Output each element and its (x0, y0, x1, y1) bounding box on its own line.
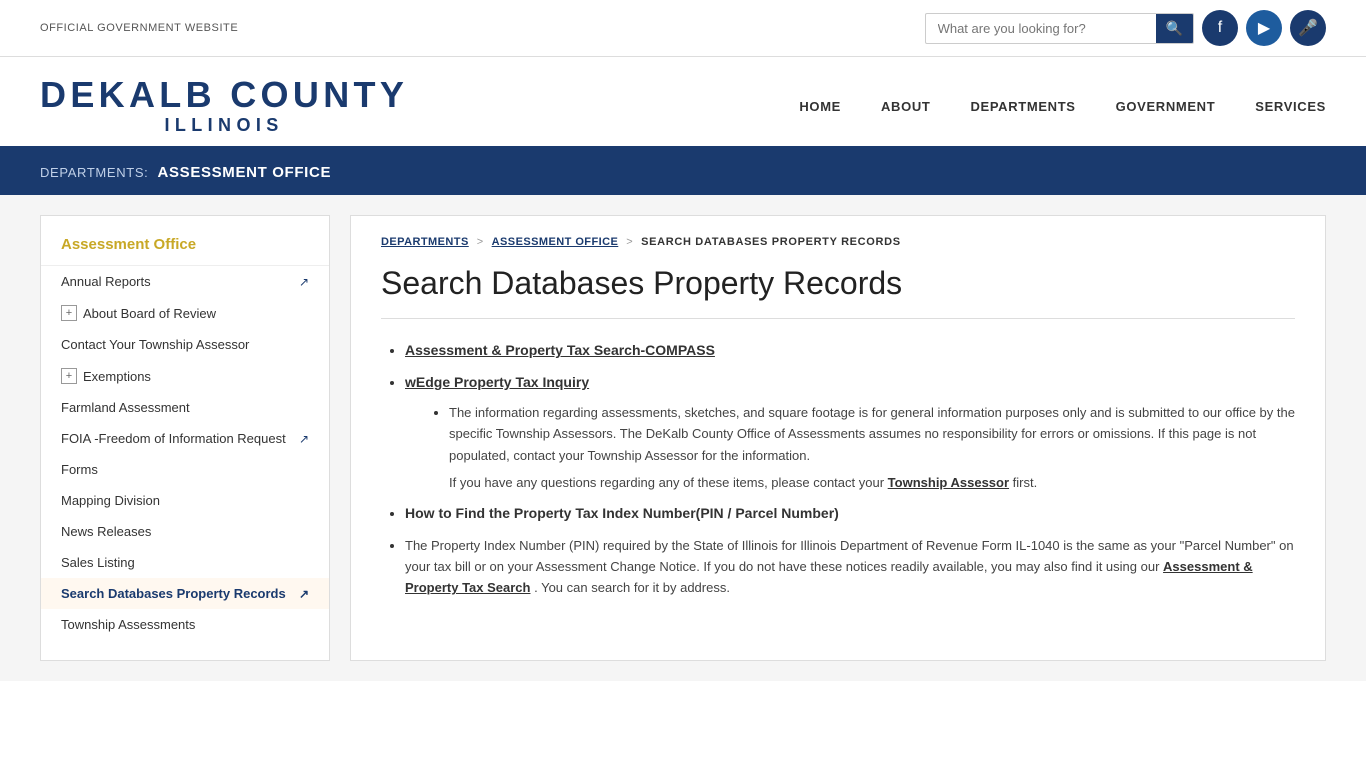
expand-icon: + (61, 368, 77, 384)
sidebar-item-label: Annual Reports (61, 274, 151, 289)
official-text: OFFICIAL GOVERNMENT WEBSITE (40, 22, 238, 34)
logo-dekalb: DEKALB COUNTY (40, 77, 408, 113)
dept-name: ASSESSMENT OFFICE (153, 164, 331, 181)
top-bar: OFFICIAL GOVERNMENT WEBSITE 🔍 f ▶ 🎤 (0, 0, 1366, 57)
sidebar-item-exemptions[interactable]: + Exemptions (41, 360, 329, 392)
sidebar-item-label: About Board of Review (83, 306, 216, 321)
external-link-icon: ↗ (299, 275, 309, 289)
search-button[interactable]: 🔍 (1156, 14, 1193, 43)
youtube-icon[interactable]: ▶ (1246, 10, 1282, 46)
external-link-icon: ↗ (299, 432, 309, 446)
search-input[interactable] (926, 15, 1156, 42)
content-area: Assessment Office Annual Reports ↗ + Abo… (0, 195, 1366, 681)
main-content: DEPARTMENTS > ASSESSMENT OFFICE > SEARCH… (350, 215, 1326, 661)
sidebar-item-label: Township Assessments (61, 617, 195, 632)
pin-heading: How to Find the Property Tax Index Numbe… (405, 505, 839, 521)
pin-para: The Property Index Number (PIN) required… (405, 535, 1295, 599)
breadcrumb-assessment-office[interactable]: ASSESSMENT OFFICE (492, 236, 619, 248)
microphone-icon[interactable]: 🎤 (1290, 10, 1326, 46)
sidebar: Assessment Office Annual Reports ↗ + Abo… (40, 215, 330, 661)
breadcrumb-sep1: > (477, 236, 484, 248)
nav-services[interactable]: SERVICES (1255, 99, 1326, 114)
logo-illinois: ILLINOIS (40, 115, 408, 136)
sidebar-item-label: Forms (61, 462, 98, 477)
wedge-link[interactable]: wEdge Property Tax Inquiry (405, 374, 589, 390)
logo[interactable]: DEKALB COUNTY ILLINOIS (40, 77, 408, 136)
sidebar-item-board-of-review[interactable]: + About Board of Review (41, 297, 329, 329)
breadcrumb-current: SEARCH DATABASES PROPERTY RECORDS (641, 236, 901, 248)
sidebar-item-label: Farmland Assessment (61, 400, 190, 415)
compass-link-text: Assessment & Property Tax Search-COMPASS (405, 342, 715, 358)
search-bar[interactable]: 🔍 (925, 13, 1194, 44)
content-body: Assessment & Property Tax Search-COMPASS… (381, 339, 1295, 598)
sidebar-item-label: Search Databases Property Records (61, 586, 286, 601)
sidebar-item-label: Exemptions (83, 369, 151, 384)
sidebar-item-forms[interactable]: Forms (41, 454, 329, 485)
sidebar-item-annual-reports[interactable]: Annual Reports ↗ (41, 266, 329, 297)
dept-banner: DEPARTMENTS: ASSESSMENT OFFICE (0, 150, 1366, 195)
external-link-icon: ↗ (299, 587, 309, 601)
nav-about[interactable]: ABOUT (881, 99, 930, 114)
sidebar-item-news[interactable]: News Releases (41, 516, 329, 547)
info-para1: The information regarding assessments, s… (449, 402, 1295, 466)
sidebar-item-label: Sales Listing (61, 555, 135, 570)
sidebar-item-foia[interactable]: FOIA -Freedom of Information Request ↗ (41, 423, 329, 454)
sidebar-item-mapping[interactable]: Mapping Division (41, 485, 329, 516)
page-title: Search Databases Property Records (381, 264, 1295, 319)
township-assessor-link[interactable]: Township Assessor (888, 475, 1009, 490)
sidebar-title: Assessment Office (41, 236, 329, 266)
sidebar-item-sales[interactable]: Sales Listing (41, 547, 329, 578)
sidebar-item-farmland[interactable]: Farmland Assessment (41, 392, 329, 423)
dept-label: DEPARTMENTS: (40, 165, 148, 180)
sidebar-item-township-assessments[interactable]: Township Assessments (41, 609, 329, 640)
breadcrumb-departments[interactable]: DEPARTMENTS (381, 236, 469, 248)
sidebar-item-label: Mapping Division (61, 493, 160, 508)
sidebar-item-label: Contact Your Township Assessor (61, 337, 249, 352)
sidebar-item-search-databases[interactable]: Search Databases Property Records ↗ (41, 578, 329, 609)
sidebar-item-contact-assessor[interactable]: Contact Your Township Assessor (41, 329, 329, 360)
main-nav: HOME ABOUT DEPARTMENTS GOVERNMENT SERVIC… (799, 99, 1326, 114)
top-right: 🔍 f ▶ 🎤 (925, 10, 1326, 46)
nav-home[interactable]: HOME (799, 99, 841, 114)
breadcrumb-sep2: > (626, 236, 633, 248)
nav-departments[interactable]: DEPARTMENTS (970, 99, 1075, 114)
wedge-link-text: wEdge Property Tax Inquiry (405, 374, 589, 390)
facebook-icon[interactable]: f (1202, 10, 1238, 46)
sidebar-item-label: News Releases (61, 524, 151, 539)
header: DEKALB COUNTY ILLINOIS HOME ABOUT DEPART… (0, 57, 1366, 150)
expand-icon: + (61, 305, 77, 321)
sidebar-item-label: FOIA -Freedom of Information Request (61, 431, 286, 446)
nav-government[interactable]: GOVERNMENT (1116, 99, 1216, 114)
info-para2: If you have any questions regarding any … (449, 472, 1295, 493)
breadcrumb: DEPARTMENTS > ASSESSMENT OFFICE > SEARCH… (381, 236, 1295, 248)
compass-link[interactable]: Assessment & Property Tax Search-COMPASS (405, 342, 715, 358)
